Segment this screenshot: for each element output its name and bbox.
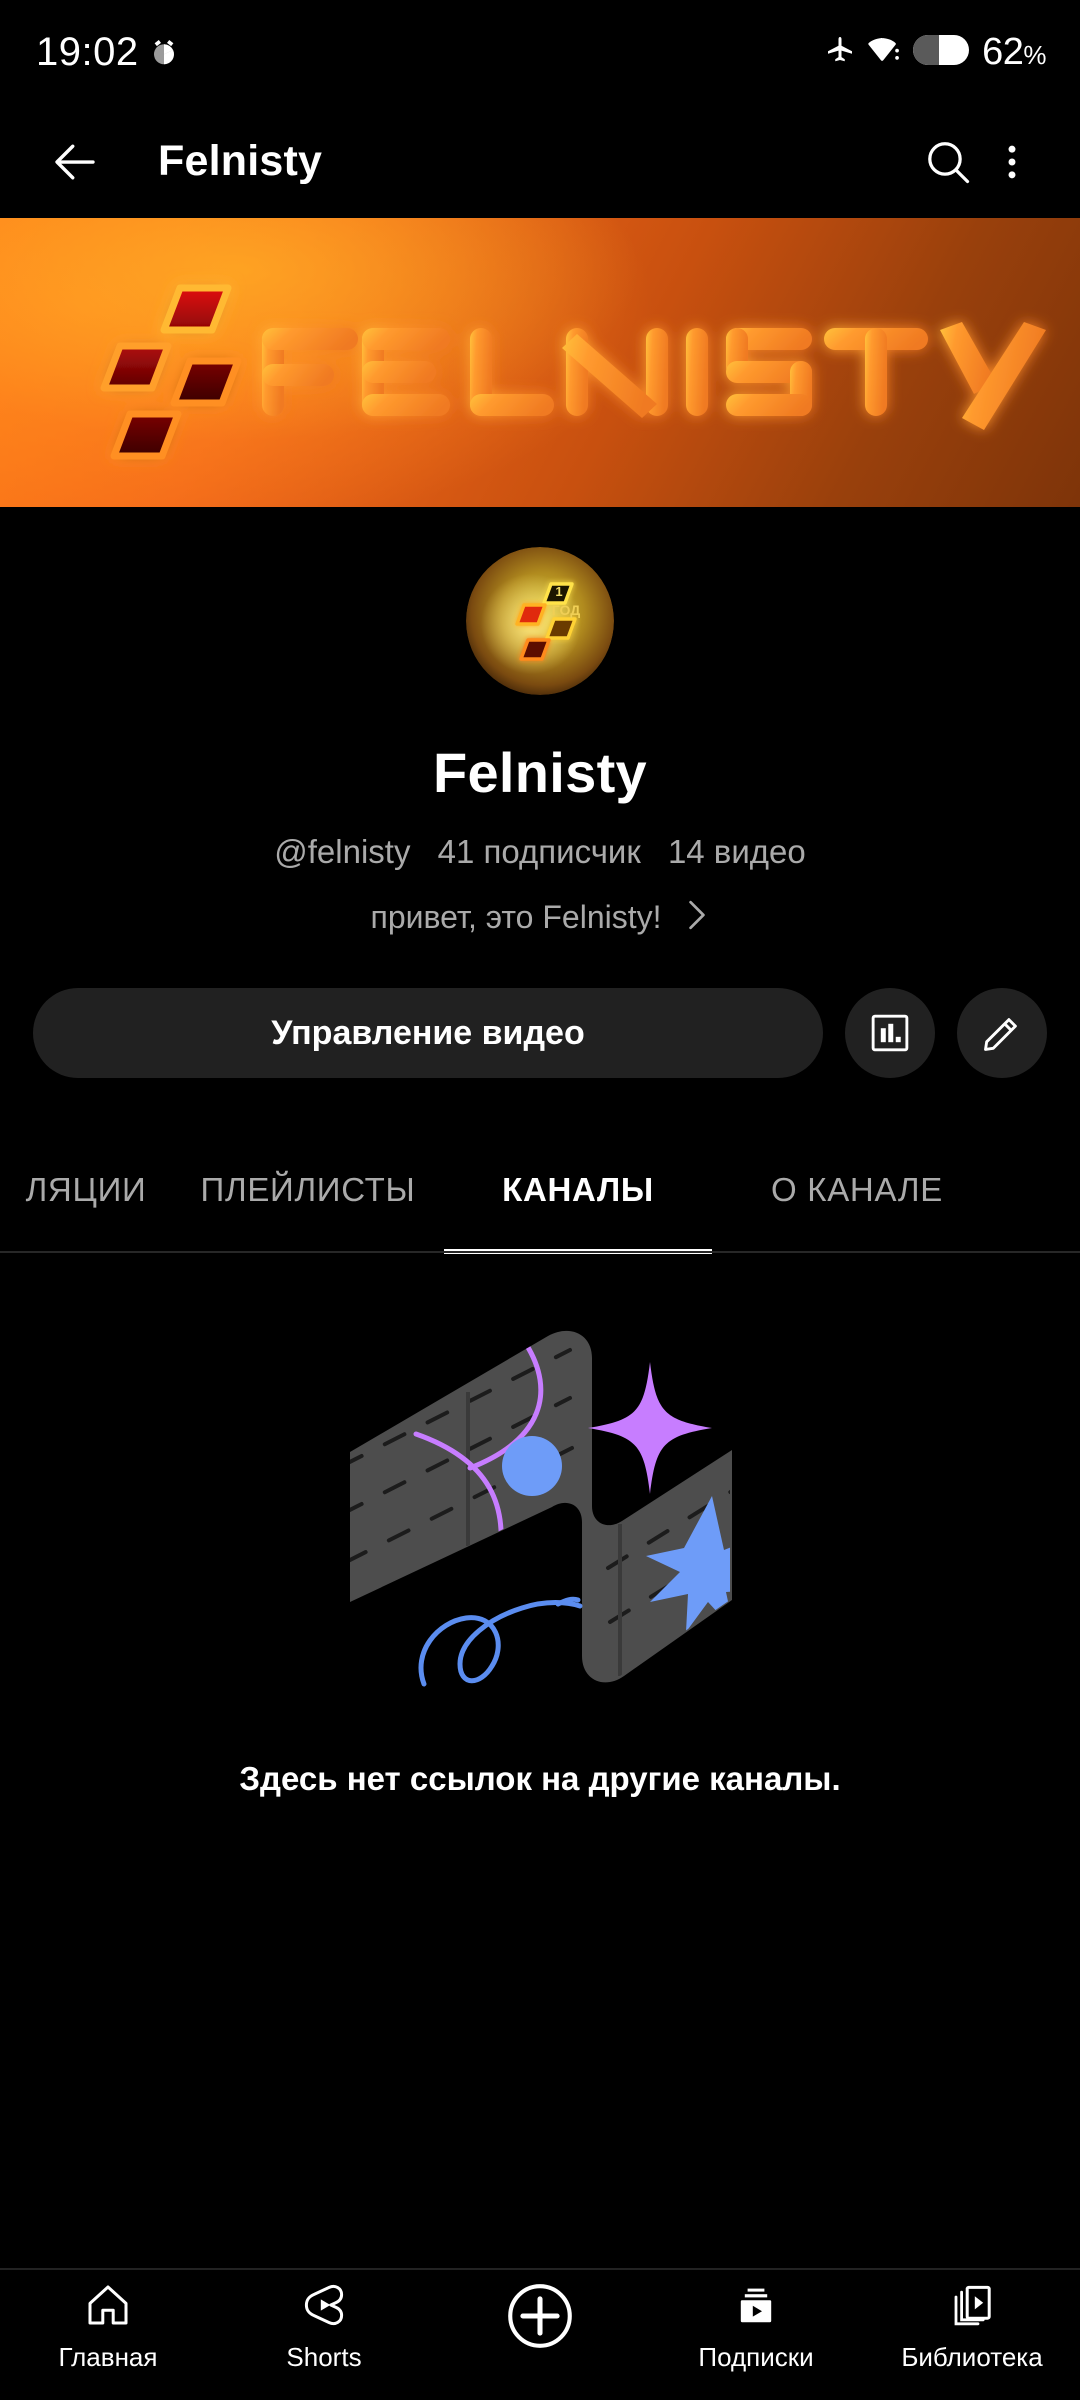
nav-item-subscriptions[interactable]: Подписки <box>648 2278 864 2373</box>
subscriptions-icon <box>732 2278 780 2332</box>
status-bar-left: 19:02 <box>36 30 179 75</box>
analytics-button[interactable] <box>845 988 935 1078</box>
avatar: 1 ГОД <box>466 547 614 695</box>
nav-item-home[interactable]: Главная <box>0 2278 216 2373</box>
nav-label-home: Главная <box>58 2342 158 2372</box>
more-vertical-icon <box>1008 145 1016 178</box>
channel-banner[interactable] <box>0 218 1080 507</box>
edit-channel-button[interactable] <box>957 988 1047 1078</box>
youtube-channel-screen: 19:02 62% Felnisty 1 ГОД Felnisty @felni… <box>0 0 1080 2400</box>
app-bar: Felnisty <box>0 105 1080 218</box>
tab-about-label: О КАНАЛЕ <box>771 1171 943 1208</box>
avatar-badge-label: ГОД <box>552 602 580 618</box>
tab-channels[interactable]: КАНАЛЫ <box>444 1126 712 1254</box>
nav-item-shorts[interactable]: Shorts <box>216 2278 432 2373</box>
library-icon <box>948 2278 996 2332</box>
analytics-bar-chart-icon <box>871 1014 909 1052</box>
tab-playlists-label: ПЛЕЙЛИСТЫ <box>200 1171 416 1208</box>
channel-avatar[interactable]: 1 ГОД <box>466 547 614 695</box>
channel-description: привет, это Felnisty! <box>370 899 662 935</box>
tab-live-label: ЛЯЦИИ <box>25 1171 147 1208</box>
shorts-icon <box>300 2278 348 2332</box>
nav-label-shorts: Shorts <box>286 2342 362 2372</box>
tab-about[interactable]: О КАНАЛЕ <box>712 1126 1002 1254</box>
back-button[interactable] <box>44 131 106 193</box>
channel-video-count: 14 видео <box>667 833 806 870</box>
tab-playlists[interactable]: ПЛЕЙЛИСТЫ <box>172 1126 444 1254</box>
battery-icon <box>913 35 970 70</box>
create-plus-icon <box>502 2278 578 2354</box>
empty-channels-illustration <box>320 1300 760 1720</box>
overflow-menu-button[interactable] <box>984 126 1040 198</box>
channel-actions: Управление видео <box>33 988 1047 1078</box>
manage-videos-button[interactable]: Управление видео <box>33 988 823 1078</box>
channel-description-row[interactable]: привет, это Felnisty! <box>0 899 1080 936</box>
bottom-navigation: Главная Shorts Подписки Библиотека <box>0 2270 1080 2400</box>
avatar-badge-number: 1 <box>555 584 562 599</box>
nav-label-library: Библиотека <box>901 2342 1043 2372</box>
manage-videos-label: Управление видео <box>271 1013 585 1052</box>
chevron-right-icon <box>684 899 710 936</box>
status-bar-right: 62% <box>825 31 1046 74</box>
banner-logo <box>0 218 1080 507</box>
channel-subscribers: 41 подписчик <box>437 833 641 870</box>
channel-name: Felnisty <box>432 741 647 804</box>
channel-handle: @felnisty <box>274 833 411 870</box>
battery-percentage: 62% <box>982 31 1046 73</box>
status-bar-clock: 19:02 <box>36 30 139 74</box>
nav-item-create[interactable] <box>432 2278 648 2364</box>
page-title: Felnisty <box>158 137 323 185</box>
airplane-mode-icon <box>825 35 855 70</box>
search-icon <box>928 141 970 183</box>
nav-label-subscriptions: Подписки <box>698 2342 814 2372</box>
home-icon <box>84 2278 132 2332</box>
channel-metadata: @felnisty 41 подписчик 14 видео <box>0 833 1080 871</box>
wifi-icon <box>868 35 900 70</box>
tab-live[interactable]: ЛЯЦИИ <box>0 1126 172 1254</box>
search-button[interactable] <box>912 126 984 198</box>
nav-item-library[interactable]: Библиотека <box>864 2278 1080 2373</box>
channel-tabs: ЛЯЦИИ ПЛЕЙЛИСТЫ КАНАЛЫ О КАНАЛЕ <box>0 1126 1080 1254</box>
tabs-divider <box>0 1251 1080 1253</box>
pencil-edit-icon <box>984 1018 1017 1051</box>
back-arrow-icon <box>55 144 95 179</box>
alarm-clock-icon <box>149 38 179 68</box>
status-bar: 19:02 62% <box>0 0 1080 105</box>
empty-state-message: Здесь нет ссылок на другие каналы. <box>239 1760 841 1797</box>
tab-channels-label: КАНАЛЫ <box>502 1171 654 1208</box>
